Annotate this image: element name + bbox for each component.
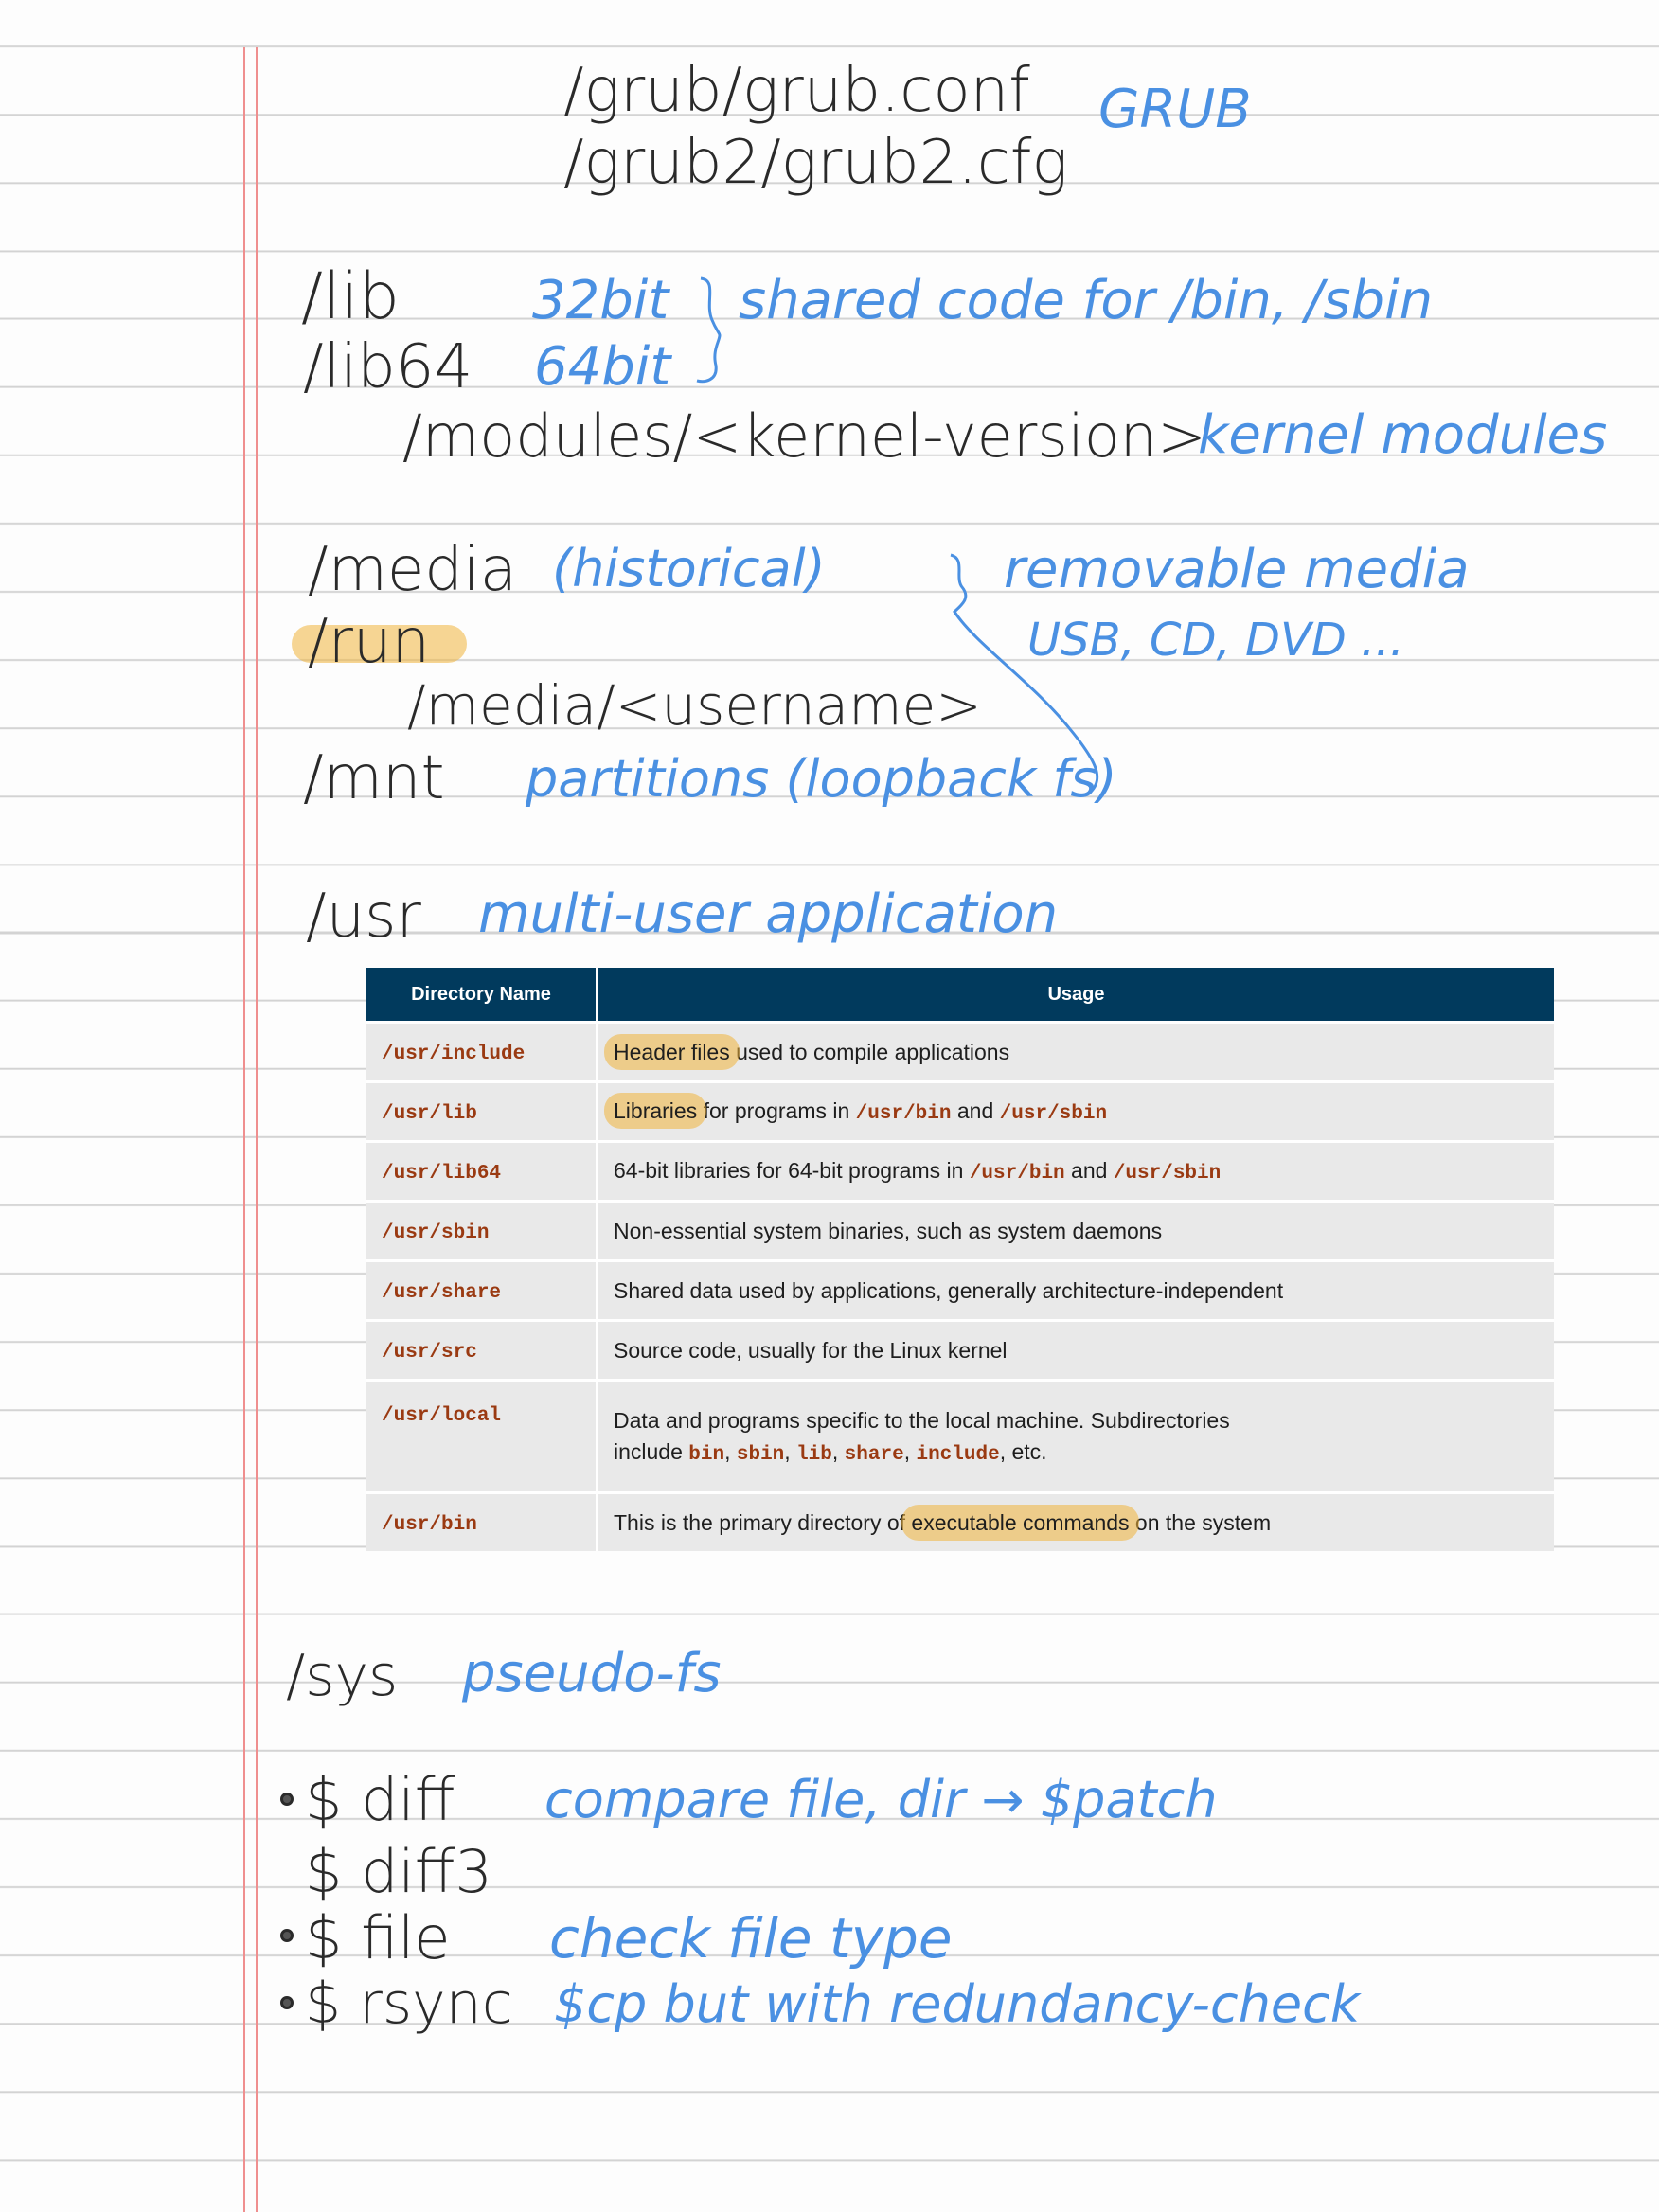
usage-text: on the system <box>1129 1509 1272 1535</box>
kernel-modules-note: kernel modules <box>1198 404 1608 466</box>
usb-cd-dvd-note: USB, CD, DVD ... <box>1027 614 1404 667</box>
directory-name: /usr/sbin <box>382 1222 490 1244</box>
command-rsync: $ rsync <box>305 1971 513 2037</box>
shared-code-note: shared code for /bin, /sbin <box>739 270 1434 331</box>
grub2-cfg-path: /grub2/grub2.cfg <box>563 128 1068 198</box>
code-path: /usr/sbin <box>999 1103 1108 1125</box>
highlighted-text: executable commands <box>901 1504 1139 1541</box>
code-path: /usr/bin <box>969 1163 1065 1185</box>
grub-conf-path: /grub/grub.conf <box>563 56 1030 126</box>
column-header-usage: Usage <box>596 968 1554 1023</box>
usage-text-line2: include bin, sbin, lib, share, include, … <box>614 1438 1047 1466</box>
lib64-path: /lib64 <box>303 332 473 402</box>
usage-text: 64-bit libraries for 64-bit programs in <box>614 1158 970 1183</box>
margin-line-right <box>256 47 258 2212</box>
lib-brace <box>696 276 722 384</box>
directory-name: /usr/share <box>382 1282 502 1304</box>
table-row: /usr/include Header files used to compil… <box>366 1021 1554 1082</box>
table-row: /usr/lib64 64-bit libraries for 64-bit p… <box>366 1140 1554 1202</box>
code-path: /usr/sbin <box>1113 1163 1222 1185</box>
media-historical-note: (historical) <box>552 539 826 598</box>
mnt-path: /mnt <box>303 743 445 813</box>
command-file-note: check file type <box>549 1906 953 1971</box>
usage-text: Data and programs specific to the local … <box>614 1407 1230 1433</box>
margin-line-left <box>243 47 245 2212</box>
table-row: /usr/share Shared data used by applicati… <box>366 1259 1554 1321</box>
usr-heading: /usr <box>306 882 421 952</box>
command-rsync-note: $cp but with redundancy-check <box>554 1974 1361 2034</box>
highlighted-text: Libraries <box>604 1093 707 1129</box>
directory-name: /usr/local <box>382 1405 502 1427</box>
sys-heading: /sys <box>286 1643 399 1709</box>
usage-text: for programs in <box>697 1098 856 1123</box>
directory-name: /usr/lib64 <box>382 1163 502 1185</box>
usage-text: This is the primary directory of <box>614 1509 912 1535</box>
command-diff-note: compare file, dir → $patch <box>544 1770 1218 1829</box>
usage-text: used to compile applications <box>729 1039 1010 1064</box>
bullet-dot <box>280 1793 294 1806</box>
sys-pseudo-fs-note: pseudo-fs <box>462 1643 722 1704</box>
usage-text: and <box>951 1098 1000 1123</box>
table-row: /usr/sbin Non-essential system binaries,… <box>366 1200 1554 1261</box>
column-header-directory-name: Directory Name <box>366 968 598 1023</box>
lib-path: /lib <box>301 259 400 334</box>
table-row: /usr/lib Libraries for programs in /usr/… <box>366 1080 1554 1142</box>
highlighted-text: Header files <box>604 1033 740 1070</box>
run-path: /run <box>308 607 430 677</box>
directory-name: /usr/src <box>382 1342 477 1364</box>
modules-path: /modules/<kernel-version> <box>402 401 1207 471</box>
bullet-dot <box>280 1929 294 1942</box>
table-row: /usr/local Data and programs specific to… <box>366 1379 1554 1493</box>
table-row: /usr/bin This is the primary directory o… <box>366 1491 1554 1551</box>
media-path: /media <box>308 535 517 605</box>
usage-text: Shared data used by applications, genera… <box>596 1259 1554 1321</box>
command-diff3: $ diff3 <box>305 1837 492 1906</box>
usage-text: and <box>1064 1158 1114 1183</box>
usr-multi-user-note: multi-user application <box>478 883 1059 945</box>
lib64-64bit-note: 64bit <box>534 336 671 398</box>
command-diff: $ diff <box>305 1765 455 1834</box>
lib-32bit-note: 32bit <box>532 270 669 331</box>
usage-text: Source code, usually for the Linux kerne… <box>596 1319 1554 1381</box>
table-row: /usr/src Source code, usually for the Li… <box>366 1319 1554 1381</box>
usage-text: Non-essential system binaries, such as s… <box>596 1200 1554 1261</box>
grub-note: GRUB <box>1098 79 1252 140</box>
bullet-dot <box>280 1996 294 2009</box>
command-file: $ file <box>305 1903 451 1972</box>
table-header-row: Directory Name Usage <box>366 968 1554 1023</box>
directory-name: /usr/bin <box>382 1514 477 1536</box>
directory-name: /usr/include <box>382 1044 526 1065</box>
removable-media-note: removable media <box>1004 539 1470 600</box>
usr-directory-table: Directory Name Usage /usr/include Header… <box>366 968 1554 1551</box>
code-path: /usr/bin <box>855 1103 952 1125</box>
directory-name: /usr/lib <box>382 1103 477 1125</box>
run-media-username-path: /media/<username> <box>407 673 982 738</box>
